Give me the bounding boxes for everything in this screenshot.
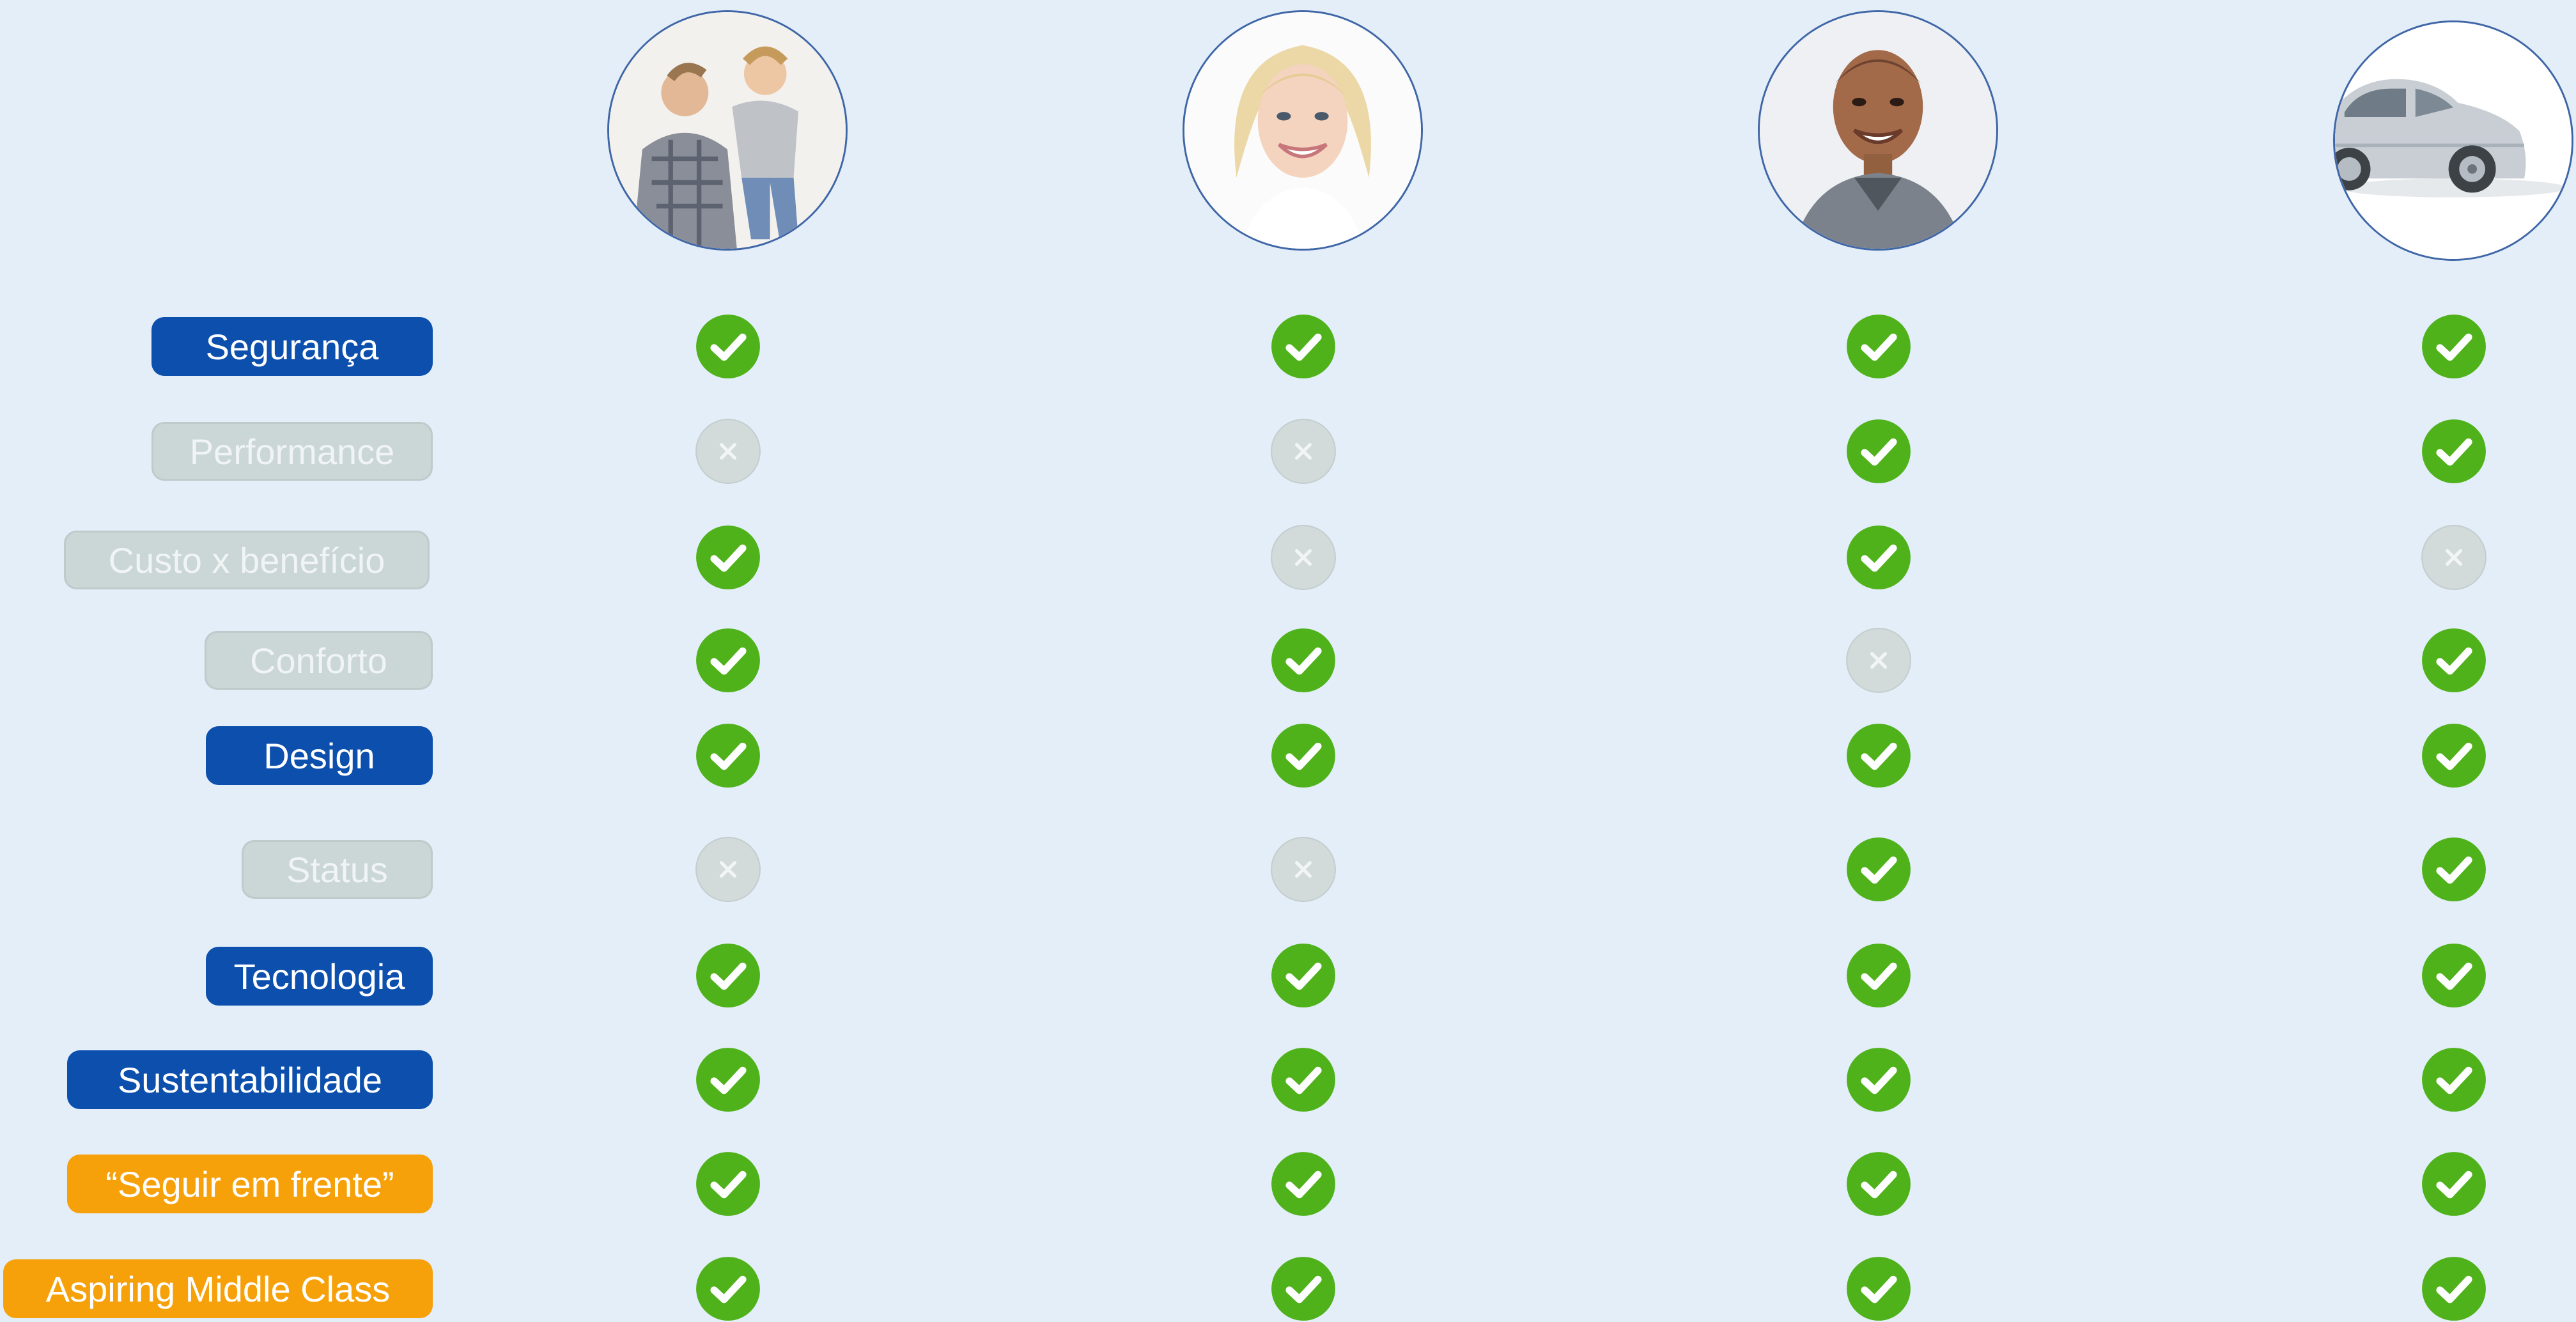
check-icon [695, 1151, 761, 1217]
check-icon [2421, 627, 2487, 694]
silver-car-photo-icon [2335, 22, 2572, 259]
attribute-label-tecnologia: Tecnologia [206, 947, 433, 1006]
check-icon [695, 313, 761, 380]
attribute-label-seguranca: Segurança [151, 317, 433, 376]
check-icon [2421, 942, 2487, 1009]
check-icon [2421, 722, 2487, 789]
check-icon [2421, 418, 2487, 485]
attribute-label-design: Design [206, 726, 433, 785]
check-icon [2421, 836, 2487, 903]
cross-icon [2421, 524, 2487, 591]
cross-icon [1270, 418, 1337, 485]
check-icon [1270, 942, 1337, 1009]
check-icon [1845, 1151, 1912, 1217]
check-icon [1270, 1256, 1337, 1322]
product-avatar-car [2333, 20, 2573, 261]
check-icon [1845, 1046, 1912, 1113]
smiling-woman-photo-icon [1184, 12, 1421, 249]
check-icon [2421, 1256, 2487, 1322]
smiling-man-photo-icon [1760, 12, 1996, 249]
persona-avatar-woman [1183, 10, 1423, 251]
check-icon [1270, 313, 1337, 380]
check-icon [695, 722, 761, 789]
attribute-label-conforto: Conforto [205, 631, 433, 690]
check-icon [1845, 313, 1912, 380]
check-icon [1270, 1151, 1337, 1217]
check-icon [695, 1046, 761, 1113]
attribute-label-performance: Performance [151, 422, 433, 481]
cross-icon [1270, 524, 1337, 591]
check-icon [1845, 1256, 1912, 1322]
check-icon [2421, 313, 2487, 380]
cross-icon [1270, 836, 1337, 903]
check-icon [1845, 836, 1912, 903]
persona-avatar-man [1758, 10, 1998, 251]
check-icon [2421, 1151, 2487, 1217]
check-icon [1270, 722, 1337, 789]
check-icon [1270, 627, 1337, 694]
attribute-label-sustentabilidade: Sustentabilidade [67, 1050, 433, 1109]
cross-icon [1845, 627, 1912, 694]
cross-icon [695, 836, 761, 903]
check-icon [695, 1256, 761, 1322]
attribute-label-custo-beneficio: Custo x benefício [64, 531, 430, 589]
check-icon [695, 942, 761, 1009]
attribute-label-seguir-em-frente: “Seguir em frente” [67, 1155, 433, 1213]
attribute-label-status: Status [242, 840, 433, 899]
check-icon [1845, 722, 1912, 789]
check-icon [695, 524, 761, 591]
check-icon [695, 627, 761, 694]
check-icon [1845, 942, 1912, 1009]
persona-avatar-father-child [607, 10, 848, 251]
persona-attribute-matrix: Segurança Performance Custo x benefício … [0, 0, 2576, 1321]
father-and-child-photo-icon [609, 12, 846, 249]
check-icon [2421, 1046, 2487, 1113]
attribute-label-aspiring-middle-class: Aspiring Middle Class [3, 1259, 433, 1318]
cross-icon [695, 418, 761, 485]
check-icon [1270, 1046, 1337, 1113]
check-icon [1845, 524, 1912, 591]
check-icon [1845, 418, 1912, 485]
